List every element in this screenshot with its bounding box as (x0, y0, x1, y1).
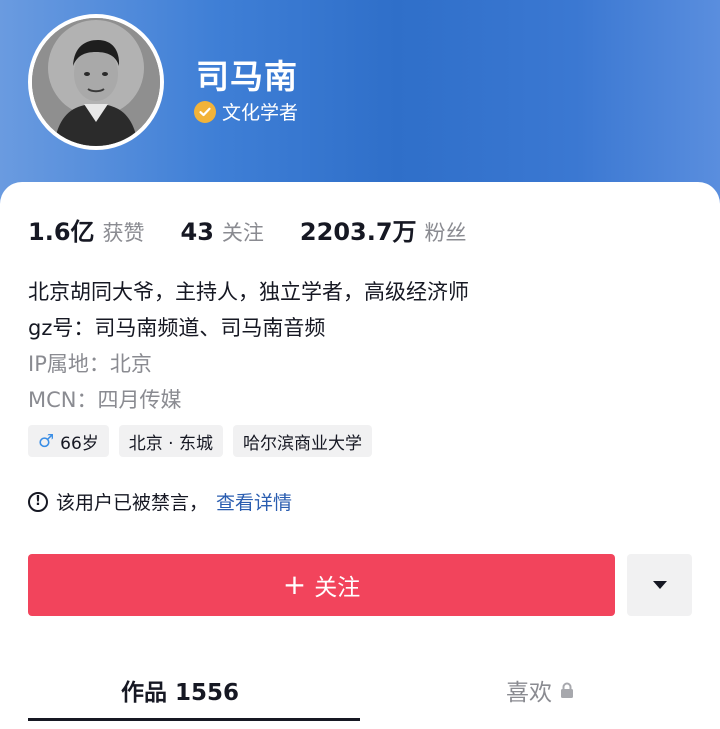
plus-icon: + (282, 568, 307, 601)
bio-mcn: MCN：四月传媒 (28, 388, 182, 412)
stat-label: 获赞 (102, 221, 145, 245)
stat-following[interactable]: 43 关注 (181, 217, 264, 247)
lock-icon (561, 682, 573, 698)
bio: 北京胡同大爷，主持人，独立学者，高级经济师 gz号：司马南频道、司马南音频 IP… (28, 274, 469, 418)
tab-likes-label: 喜欢 (506, 680, 552, 706)
profile-name: 司马南 (196, 57, 298, 96)
content-tabs: 作品 1556 喜欢 (0, 660, 720, 729)
follow-label: 关注 (314, 575, 361, 601)
male-icon: ♂ (38, 430, 55, 452)
stat-value: 1.6亿 (28, 218, 95, 246)
follow-button[interactable]: + 关注 (28, 554, 615, 616)
more-options-button[interactable] (627, 554, 692, 616)
certification-label: 文化学者 (222, 102, 299, 124)
tag-location: 北京 · 东城 (118, 425, 223, 457)
certification-badge: 文化学者 (194, 98, 298, 125)
tag-age-label: 66岁 (60, 433, 99, 454)
stat-label: 关注 (221, 221, 264, 245)
verified-check-icon (194, 100, 216, 123)
tag-school: 哈尔滨商业大学 (233, 425, 372, 457)
caret-down-icon (652, 581, 667, 589)
tag-age: ♂ 66岁 (28, 425, 109, 457)
view-details-link[interactable]: 查看详情 (216, 488, 292, 515)
active-tab-indicator (28, 718, 360, 721)
stat-value: 43 (180, 218, 214, 246)
exclamation-circle-icon: ! (28, 491, 48, 512)
bio-ip-location: IP属地：北京 (28, 352, 152, 376)
avatar[interactable] (28, 14, 164, 150)
stats-row: 1.6亿 获赞 43 关注 2203.7万 粉丝 (28, 212, 503, 247)
tag-school-label: 哈尔滨商业大学 (243, 433, 362, 454)
ban-notice: ! 该用户已被禁言， 查看详情 (28, 488, 292, 515)
profile-card: 1.6亿 获赞 43 关注 2203.7万 粉丝 北京胡同大爷，主持人，独立学者… (0, 182, 720, 729)
ban-notice-text: 该用户已被禁言， (56, 492, 209, 514)
stat-followers[interactable]: 2203.7万 粉丝 (300, 212, 467, 247)
profile-tags: ♂ 66岁 北京 · 东城 哈尔滨商业大学 (28, 425, 372, 457)
tab-works-label: 作品 1556 (120, 680, 240, 706)
tab-likes[interactable]: 喜欢 (360, 660, 720, 720)
tag-location-label: 北京 · 东城 (128, 433, 213, 454)
stat-value: 2203.7万 (299, 218, 417, 246)
avatar-portrait-icon (32, 18, 160, 146)
stat-label: 粉丝 (424, 221, 467, 245)
tab-works[interactable]: 作品 1556 (0, 660, 360, 720)
stat-likes[interactable]: 1.6亿 获赞 (28, 212, 145, 247)
bio-line-intro: 北京胡同大爷，主持人，独立学者，高级经济师 (28, 280, 469, 304)
bio-line-accounts: gz号：司马南频道、司马南音频 (28, 316, 326, 340)
